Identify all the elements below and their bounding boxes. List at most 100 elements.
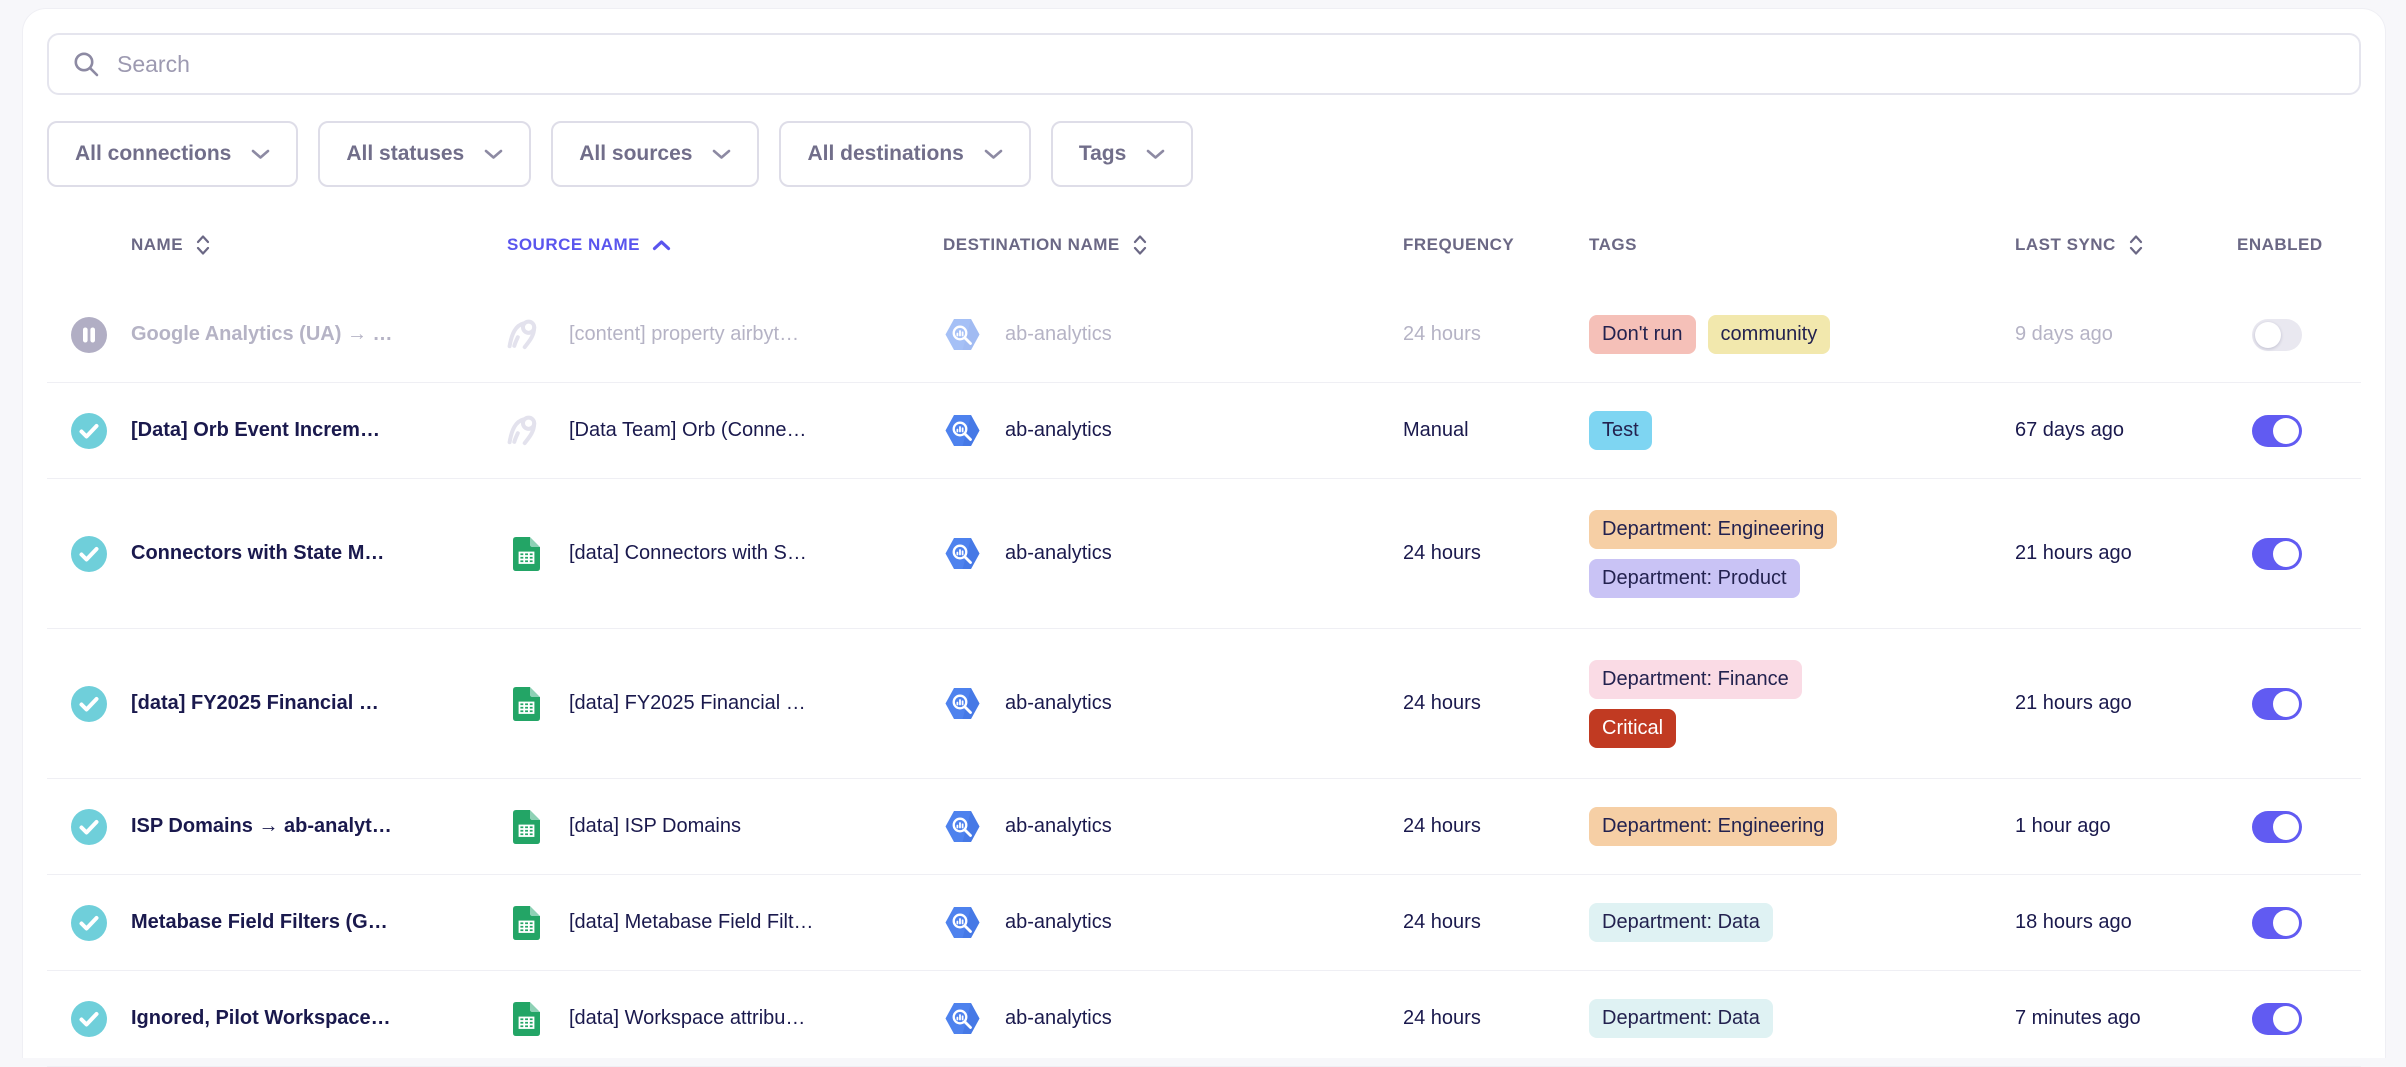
source-cell: [content] property airbyt… xyxy=(507,314,943,356)
source-name: [data] Workspace attribu… xyxy=(569,1007,805,1030)
sort-icon xyxy=(1132,232,1148,258)
filter-all-statuses[interactable]: All statuses xyxy=(318,121,531,187)
column-header-destination-name[interactable]: DESTINATION NAME xyxy=(943,232,1403,258)
airbyte-placeholder-icon xyxy=(507,313,545,357)
source-cell: [data] FY2025 Financial … xyxy=(507,683,943,725)
source-name: [data] Metabase Field Filt… xyxy=(569,911,814,934)
table-row[interactable]: Metabase Field Filters (G… [data] Metaba… xyxy=(47,875,2361,971)
source-name: [Data Team] Orb (Conne… xyxy=(569,419,807,442)
enabled-cell xyxy=(2237,688,2337,720)
filter-bar: All connections All statuses All sources… xyxy=(47,121,2361,187)
enabled-cell xyxy=(2237,319,2337,351)
enabled-toggle[interactable] xyxy=(2252,688,2302,720)
connection-status-cell xyxy=(71,686,131,722)
last-sync: 18 hours ago xyxy=(2015,911,2237,934)
source-cell: [data] ISP Domains xyxy=(507,806,943,848)
filter-all-sources[interactable]: All sources xyxy=(551,121,759,187)
tags-cell: Test xyxy=(1589,411,2015,450)
filter-all-connections[interactable]: All connections xyxy=(47,121,298,187)
tag-chip: Test xyxy=(1589,411,1652,450)
destination-name: ab-analytics xyxy=(1005,323,1112,346)
toggle-knob xyxy=(2273,1006,2299,1032)
chevron-down-icon xyxy=(251,149,270,160)
google-sheets-icon xyxy=(513,906,540,940)
tags-cell: Don't run community xyxy=(1589,315,2015,354)
source-cell: [data] Connectors with S… xyxy=(507,533,943,575)
table-row[interactable]: ISP Domains → ab-analyt… [data] ISP Doma… xyxy=(47,779,2361,875)
enabled-toggle[interactable] xyxy=(2252,907,2302,939)
tags-cell: Department: FinanceCritical xyxy=(1589,660,2015,748)
frequency: 24 hours xyxy=(1403,692,1589,715)
connection-status-cell xyxy=(71,905,131,941)
source-name: [data] Connectors with S… xyxy=(569,542,807,565)
column-label: FREQUENCY xyxy=(1403,235,1514,255)
frequency: 24 hours xyxy=(1403,911,1589,934)
toggle-knob xyxy=(2273,418,2299,444)
enabled-toggle[interactable] xyxy=(2252,811,2302,843)
column-header-name[interactable]: NAME xyxy=(131,232,507,258)
tag-chip: Don't run xyxy=(1589,315,1696,354)
destination-name: ab-analytics xyxy=(1005,815,1112,838)
table-row[interactable]: Connectors with State M… [data] Connecto… xyxy=(47,479,2361,629)
search-input[interactable] xyxy=(117,51,2337,78)
frequency: 24 hours xyxy=(1403,1007,1589,1030)
filter-tags[interactable]: Tags xyxy=(1051,121,1193,187)
tags-cell: Department: Data xyxy=(1589,903,2015,942)
filter-label: All destinations xyxy=(807,142,963,166)
last-sync: 1 hour ago xyxy=(2015,815,2237,838)
column-header-source-name[interactable]: SOURCE NAME xyxy=(507,235,943,255)
status-enabled-check-icon xyxy=(71,536,107,572)
column-header-last-sync[interactable]: LAST SYNC xyxy=(2015,232,2237,258)
tag-chip: Department: Product xyxy=(1589,559,1800,598)
status-enabled-check-icon xyxy=(71,413,107,449)
google-sheets-icon xyxy=(513,537,540,571)
sort-ascending-icon xyxy=(652,240,671,251)
column-header-enabled: ENABLED xyxy=(2237,235,2337,255)
connection-status-cell xyxy=(71,809,131,845)
table-row[interactable]: [Data] Orb Event Increm… [Data Team] Orb… xyxy=(47,383,2361,479)
tag-chip: Department: Engineering xyxy=(1589,510,1837,549)
source-cell: [data] Metabase Field Filt… xyxy=(507,902,943,944)
connection-status-cell xyxy=(71,317,131,353)
source-name: [content] property airbyt… xyxy=(569,323,799,346)
column-label: DESTINATION NAME xyxy=(943,235,1120,255)
table-row[interactable]: Google Analytics (UA) → … [content] prop… xyxy=(47,287,2361,383)
source-name: [data] FY2025 Financial … xyxy=(569,692,806,715)
destination-cell: ab-analytics xyxy=(943,902,1403,944)
google-sheets-icon xyxy=(513,810,540,844)
tag-chip: Critical xyxy=(1589,709,1676,748)
enabled-toggle[interactable] xyxy=(2252,1003,2302,1035)
toggle-knob xyxy=(2273,691,2299,717)
status-enabled-check-icon xyxy=(71,686,107,722)
tag-chip: community xyxy=(1708,315,1831,354)
enabled-toggle[interactable] xyxy=(2252,319,2302,351)
chevron-down-icon xyxy=(984,149,1003,160)
connection-name: [Data] Orb Event Increm… xyxy=(131,419,507,442)
bigquery-icon xyxy=(944,687,981,720)
status-enabled-check-icon xyxy=(71,1001,107,1037)
filter-all-destinations[interactable]: All destinations xyxy=(779,121,1030,187)
filter-label: All statuses xyxy=(346,142,464,166)
tag-chip: Department: Data xyxy=(1589,999,1773,1038)
table-row[interactable]: Ignored, Pilot Workspace… [data] Workspa… xyxy=(47,971,2361,1067)
toggle-knob xyxy=(2273,541,2299,567)
connections-panel: All connections All statuses All sources… xyxy=(22,8,2386,1058)
enabled-cell xyxy=(2237,1003,2337,1035)
last-sync: 67 days ago xyxy=(2015,419,2237,442)
airbyte-placeholder-icon xyxy=(507,409,545,453)
toggle-knob xyxy=(2273,814,2299,840)
table-row[interactable]: [data] FY2025 Financial … [data] FY2025 … xyxy=(47,629,2361,779)
enabled-toggle[interactable] xyxy=(2252,538,2302,570)
bigquery-icon xyxy=(944,414,981,447)
column-header-frequency: FREQUENCY xyxy=(1403,235,1589,255)
bigquery-icon xyxy=(944,318,981,351)
enabled-cell xyxy=(2237,907,2337,939)
status-paused-icon xyxy=(71,317,107,353)
connection-status-cell xyxy=(71,536,131,572)
source-name: [data] ISP Domains xyxy=(569,815,741,838)
destination-name: ab-analytics xyxy=(1005,419,1112,442)
tags-cell: Department: Data xyxy=(1589,999,2015,1038)
enabled-toggle[interactable] xyxy=(2252,415,2302,447)
google-sheets-icon xyxy=(513,1002,540,1036)
tags-cell: Department: Engineering Department: Produ… xyxy=(1589,510,2015,598)
